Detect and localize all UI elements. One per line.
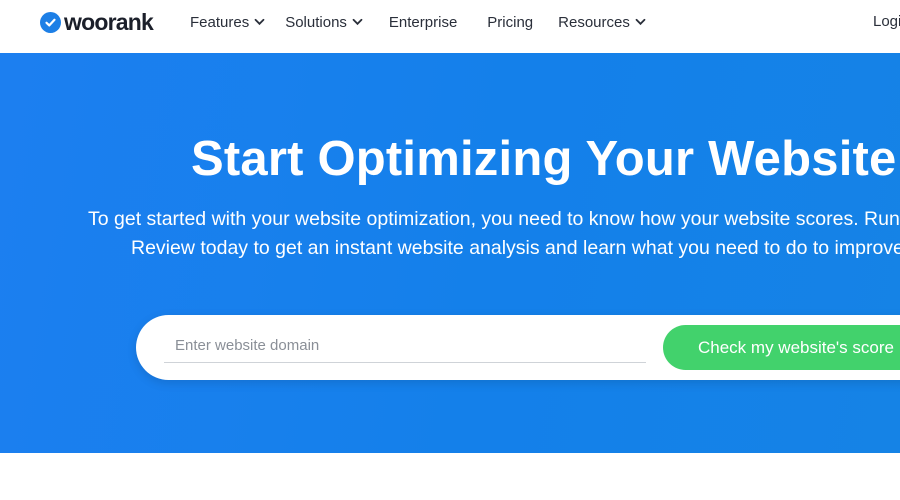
website-domain-input[interactable] [164, 329, 646, 363]
chevron-down-icon [254, 18, 265, 26]
nav-enterprise[interactable]: Enterprise [389, 14, 457, 31]
nav-enterprise-label: Enterprise [388, 13, 458, 31]
page: woorank Features Solutions Enterprise Pr… [0, 0, 900, 500]
hero-subtitle-line-2: Review today to get an instant website a… [131, 237, 900, 259]
check-score-button[interactable]: Check my website's score [663, 325, 900, 370]
nav-pricing-label: Pricing [487, 13, 534, 31]
main-menu: Features Solutions Enterprise Pricing Re… [190, 0, 646, 44]
nav-pricing[interactable]: Pricing [487, 14, 533, 31]
nav-features[interactable]: Features [190, 14, 265, 31]
brand-name: woorank [64, 9, 154, 35]
woorank-logo[interactable]: woorank [40, 9, 154, 35]
top-nav: woorank Features Solutions Enterprise Pr… [0, 0, 900, 53]
login-link[interactable]: Login [873, 13, 900, 30]
hero-title: Start Optimizing Your Website [191, 132, 897, 186]
nav-solutions-label: Solutions [285, 13, 347, 31]
page-content-below [0, 453, 900, 500]
hero-section: Start Optimizing Your Website To get sta… [0, 53, 900, 453]
domain-search-form: Check my website's score [136, 315, 900, 380]
nav-solutions[interactable]: Solutions [285, 14, 363, 31]
hero-subtitle-line-1: To get started with your website optimiz… [88, 208, 900, 230]
checkmark-circle-icon [40, 11, 61, 33]
chevron-down-icon [635, 18, 646, 26]
nav-resources-label: Resources [558, 13, 630, 31]
nav-features-label: Features [190, 13, 250, 31]
chevron-down-icon [352, 18, 363, 26]
nav-resources[interactable]: Resources [558, 14, 646, 31]
